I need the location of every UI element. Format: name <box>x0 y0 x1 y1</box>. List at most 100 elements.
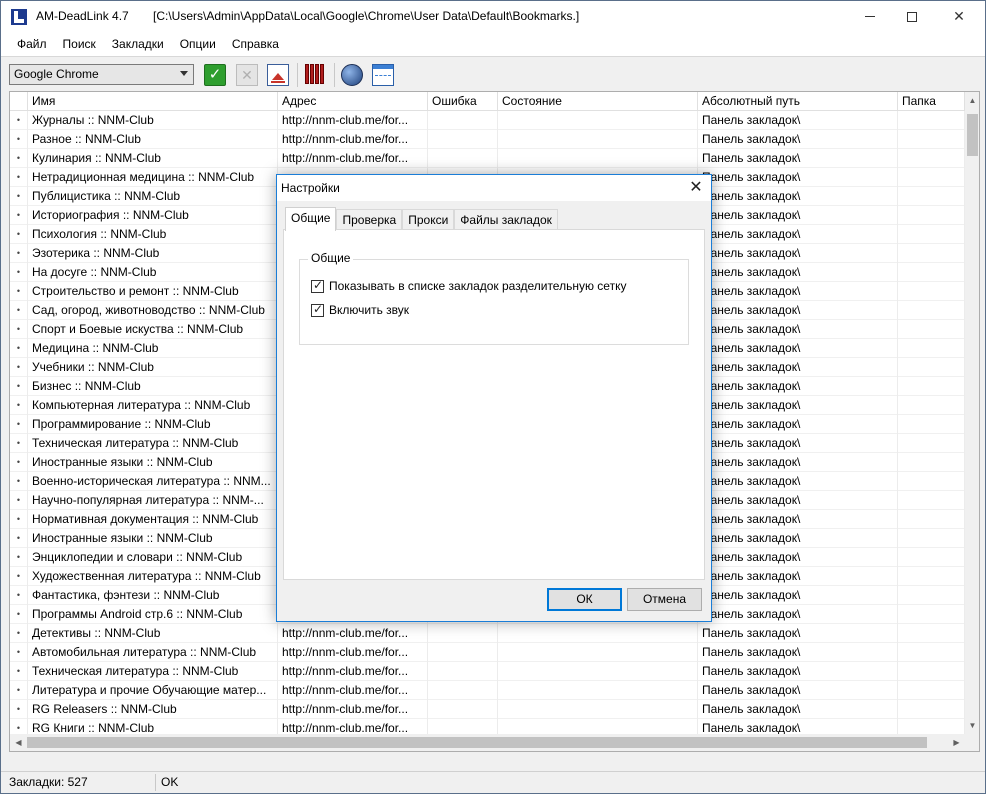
close-icon: ✕ <box>953 8 965 24</box>
close-button[interactable]: ✕ <box>936 1 982 32</box>
dialog-close-icon[interactable]: ✕ <box>685 177 707 199</box>
cell-folder <box>898 111 965 130</box>
group-label: Общие <box>308 251 354 265</box>
check-icon[interactable]: ✓ <box>204 64 226 86</box>
scroll-up-icon[interactable]: ▲ <box>965 92 979 109</box>
books-icon[interactable] <box>305 64 327 86</box>
bookmark-tree-icon[interactable] <box>267 64 289 86</box>
table-row[interactable]: • Кулинария :: NNM-Club http://nnm-club.me… <box>10 149 965 168</box>
cell-name: Художественная литература :: NNM-Club <box>28 567 278 586</box>
header-abs-path[interactable]: Абсолютный путь <box>698 92 898 111</box>
tab-general[interactable]: Общие <box>285 207 337 231</box>
header-name[interactable]: Имя <box>28 92 278 111</box>
row-marker-icon: • <box>10 111 28 130</box>
menu-search[interactable]: Поиск <box>55 37 104 51</box>
dialog-title-bar: Настройки ✕ <box>277 175 711 201</box>
scroll-left-icon[interactable]: ◀ <box>10 734 27 751</box>
cell-error <box>428 662 498 681</box>
cell-name: Сад, огород, животноводство :: NNM-Club <box>28 301 278 320</box>
cell-abs-path: Панель закладок\ <box>698 567 898 586</box>
table-row[interactable]: • Детективы :: NNM-Club http://nnm-club.me… <box>10 624 965 643</box>
row-marker-icon: • <box>10 643 28 662</box>
cell-error <box>428 130 498 149</box>
cancel-button[interactable]: Отмена <box>627 588 702 611</box>
table-row[interactable]: • RG Releasers :: NNM-Club http://nnm-club… <box>10 700 965 719</box>
cell-folder <box>898 605 965 624</box>
menu-bookmarks[interactable]: Закладки <box>104 37 172 51</box>
menu-options[interactable]: Опции <box>172 37 224 51</box>
cell-abs-path: Панель закладок\ <box>698 149 898 168</box>
table-row[interactable]: • Разное :: NNM-Club http://nnm-club.me/fo… <box>10 130 965 149</box>
tab-check[interactable]: Проверка <box>336 209 403 230</box>
maximize-button[interactable] <box>889 1 935 32</box>
vertical-scroll-thumb[interactable] <box>967 114 978 156</box>
cancel-icon[interactable]: ✕ <box>236 64 258 86</box>
file-path: [C:\Users\Admin\AppData\Local\Google\Chr… <box>153 9 580 23</box>
horizontal-scrollbar[interactable]: ◀ ▶ <box>10 734 965 751</box>
cell-url: http://nnm-club.me/for... <box>278 662 428 681</box>
cell-abs-path: Панель закладок\ <box>698 643 898 662</box>
browser-select-value: Google Chrome <box>14 67 99 81</box>
cell-folder <box>898 301 965 320</box>
sound-checkbox[interactable]: Включить звук <box>311 302 410 317</box>
browser-select[interactable]: Google Chrome <box>9 64 194 85</box>
tab-proxy[interactable]: Прокси <box>402 209 455 230</box>
menu-bar: Файл Поиск Закладки Опции Справка <box>1 32 985 56</box>
vertical-scrollbar[interactable]: ▲ ▼ <box>965 92 979 751</box>
grid-header: Имя Адрес Ошибка Состояние Абсолютный пу… <box>10 92 965 111</box>
header-error[interactable]: Ошибка <box>428 92 498 111</box>
cell-abs-path: Панель закладок\ <box>698 244 898 263</box>
horizontal-scroll-thumb[interactable] <box>27 737 927 748</box>
window-icon[interactable] <box>372 64 394 86</box>
header-folder[interactable]: Папка <box>898 92 965 111</box>
header-state[interactable]: Состояние <box>498 92 698 111</box>
cell-error <box>428 681 498 700</box>
cell-name: Кулинария :: NNM-Club <box>28 149 278 168</box>
row-marker-icon: • <box>10 396 28 415</box>
table-row[interactable]: • Автомобильная литература :: NNM-Club htt… <box>10 643 965 662</box>
cell-abs-path: Панель закладок\ <box>698 339 898 358</box>
cell-error <box>428 624 498 643</box>
globe-icon[interactable] <box>341 64 363 86</box>
cell-folder <box>898 320 965 339</box>
row-marker-icon: • <box>10 624 28 643</box>
grid-lines-checkbox[interactable]: Показывать в списке закладок разделитель… <box>311 278 626 293</box>
menu-help[interactable]: Справка <box>224 37 287 51</box>
cell-abs-path: Панель закладок\ <box>698 282 898 301</box>
table-row[interactable]: • Техническая литература :: NNM-Club http:… <box>10 662 965 681</box>
cell-abs-path: Панель закладок\ <box>698 434 898 453</box>
bookmark-count: Закладки: 527 <box>9 775 88 789</box>
cell-name: Учебники :: NNM-Club <box>28 358 278 377</box>
scroll-right-icon[interactable]: ▶ <box>948 734 965 751</box>
cell-state <box>498 149 698 168</box>
cell-name: Строительство и ремонт :: NNM-Club <box>28 282 278 301</box>
tab-bookmark-files[interactable]: Файлы закладок <box>454 209 558 230</box>
cell-folder <box>898 586 965 605</box>
cell-state <box>498 681 698 700</box>
cell-name: Журналы :: NNM-Club <box>28 111 278 130</box>
dialog-tabs: Общие Проверка Прокси Файлы закладок <box>285 207 558 231</box>
menu-file[interactable]: Файл <box>9 37 55 51</box>
row-marker-icon: • <box>10 168 28 187</box>
sound-label: Включить звук <box>329 303 410 317</box>
table-row[interactable]: • Литература и прочие Обучающие матер... h… <box>10 681 965 700</box>
cell-folder <box>898 206 965 225</box>
row-marker-icon: • <box>10 662 28 681</box>
scroll-down-icon[interactable]: ▼ <box>965 717 979 734</box>
table-row[interactable]: • Журналы :: NNM-Club http://nnm-club.me/f… <box>10 111 965 130</box>
row-marker-icon: • <box>10 339 28 358</box>
header-marker <box>10 92 28 111</box>
cell-state <box>498 700 698 719</box>
cell-folder <box>898 700 965 719</box>
cell-folder <box>898 529 965 548</box>
ok-button[interactable]: ОК <box>547 588 622 611</box>
header-url[interactable]: Адрес <box>278 92 428 111</box>
cell-error <box>428 700 498 719</box>
row-marker-icon: • <box>10 206 28 225</box>
chevron-down-icon <box>180 71 188 76</box>
row-marker-icon: • <box>10 586 28 605</box>
cell-abs-path: Панель закладок\ <box>698 206 898 225</box>
row-marker-icon: • <box>10 301 28 320</box>
minimize-button[interactable] <box>847 1 893 32</box>
cell-abs-path: Панель закладок\ <box>698 111 898 130</box>
